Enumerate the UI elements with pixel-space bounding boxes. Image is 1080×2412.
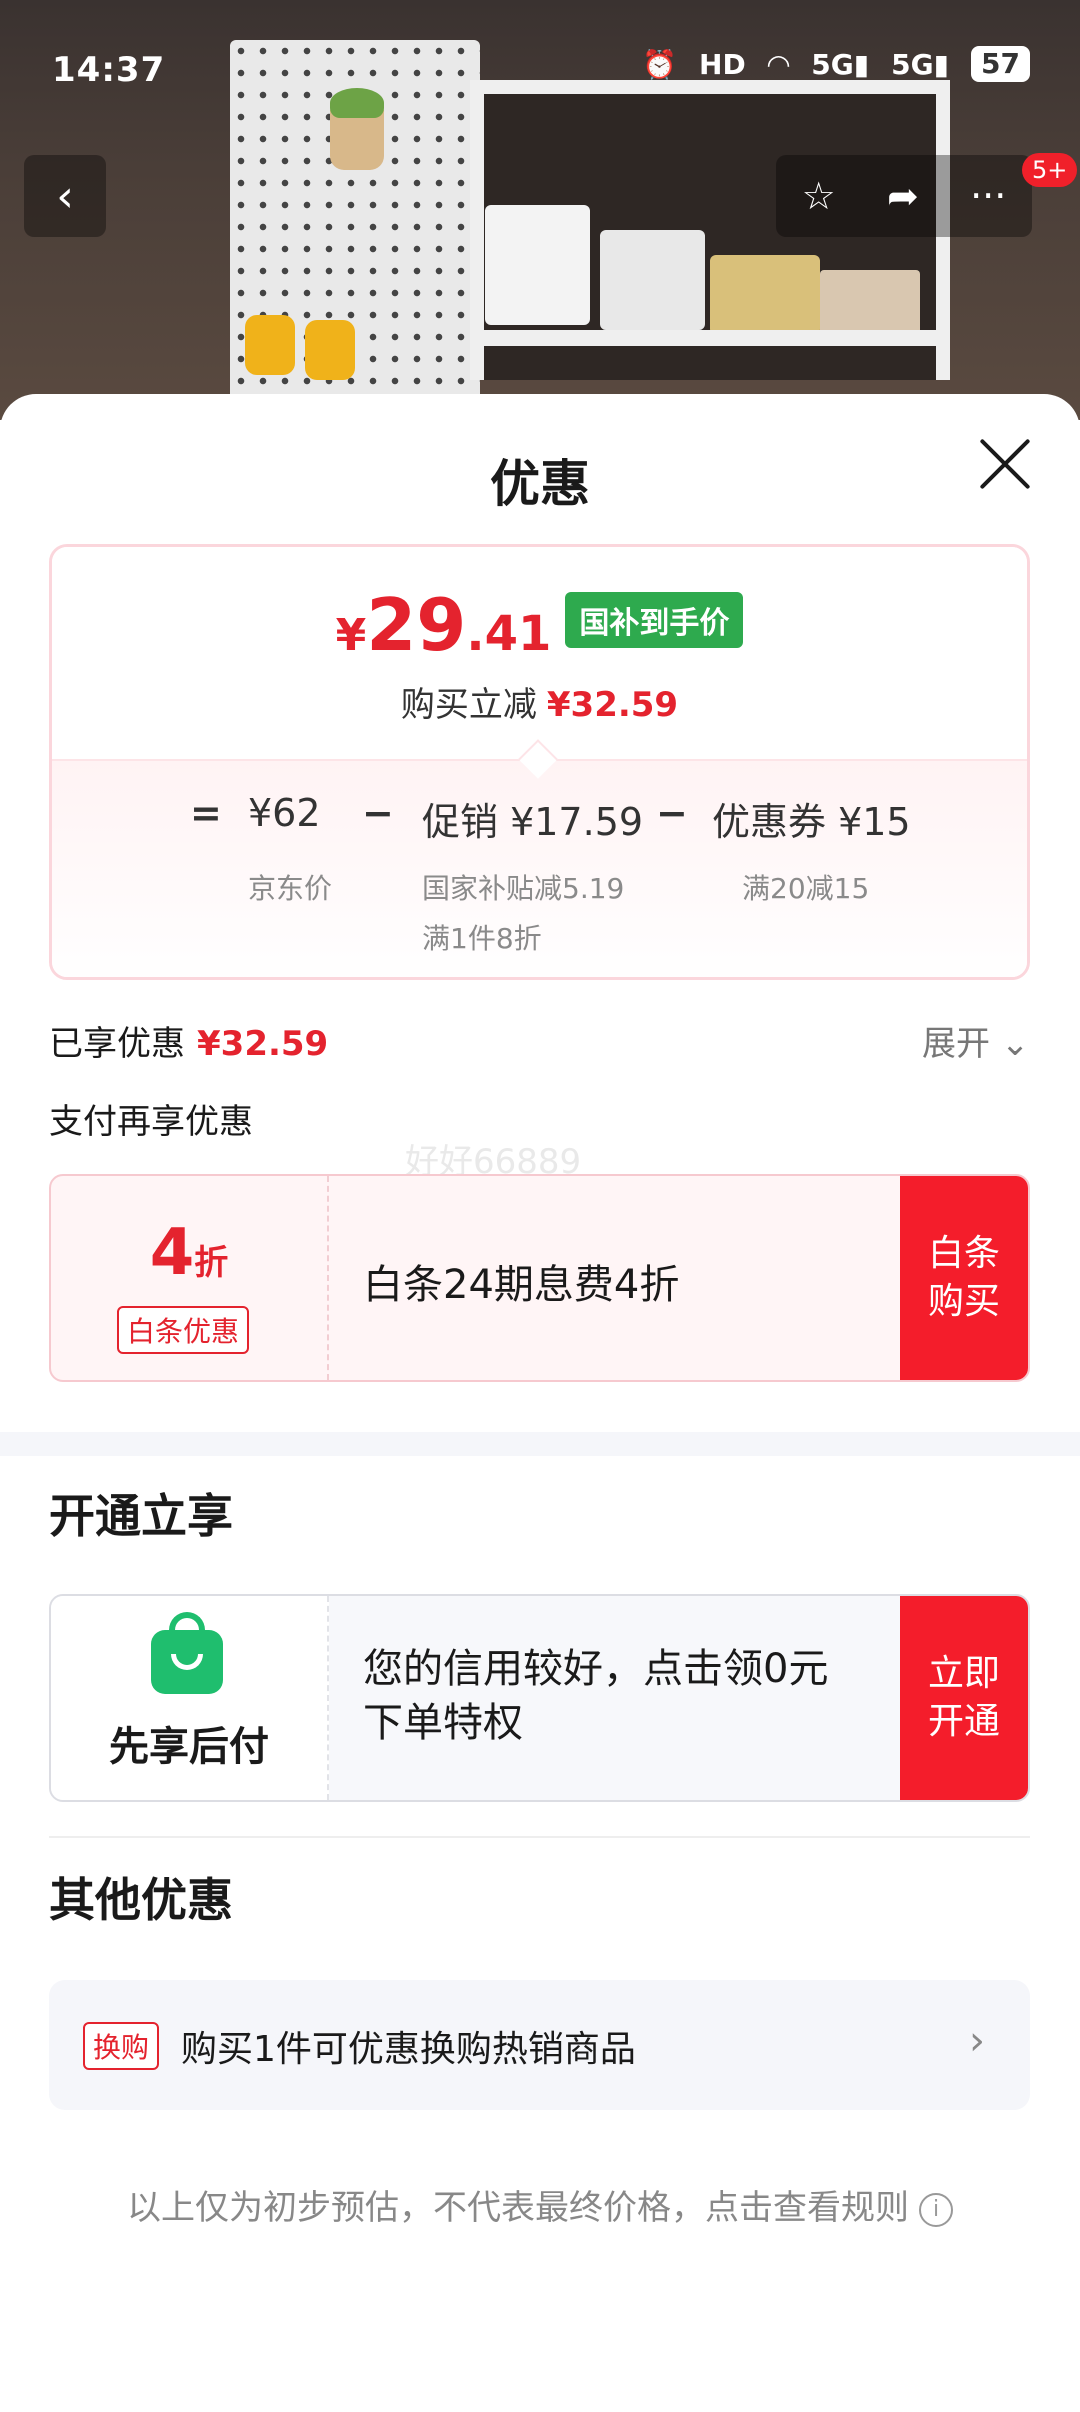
basket-image [820, 270, 920, 335]
trade-in-offer[interactable]: 换购 购买1件可优惠换购热销商品 › [49, 1980, 1030, 2110]
jd-price-label: 京东价 [248, 872, 333, 905]
discount-unit: 折 [194, 1243, 229, 1283]
expand-button[interactable]: 展开 ⌄ [922, 1016, 1029, 1065]
star-icon[interactable]: ☆ [802, 174, 836, 218]
activate-button[interactable]: 立即 开通 [900, 1596, 1028, 1800]
chevron-left-icon: ‹ [56, 170, 74, 222]
hd-icon: HD [699, 47, 746, 81]
storage-box-image [485, 205, 590, 325]
baitiao-offer-text: 白条24期息费4折 [363, 1262, 680, 1308]
button-label-line: 白条 [927, 1233, 1000, 1274]
equals-sign: = [190, 791, 222, 835]
promo-detail-1: 国家补贴减5.19 [422, 872, 625, 905]
tape-measure-image [305, 320, 355, 380]
rules-footnote[interactable]: 以上仅为初步预估，不代表最终价格，点击查看规则 i [0, 2180, 1080, 2229]
discount-number: 4 [149, 1216, 195, 1290]
chevron-down-icon: ⌄ [1000, 1024, 1030, 1064]
baitiao-discount: 4折 [51, 1216, 327, 1290]
instant-reduction-amount: ¥32.59 [546, 685, 679, 725]
more-icon[interactable]: ··· [970, 174, 1006, 218]
pay-later-text: 您的信用较好，点击领0元 下单特权 [363, 1642, 883, 1750]
baitiao-discount-box: 4折 白条优惠 [51, 1176, 329, 1380]
price-integer: 29 [366, 583, 467, 667]
info-icon[interactable]: i [919, 2192, 953, 2227]
minus-sign: − [656, 791, 688, 835]
basket-image [710, 255, 820, 335]
alarm-icon: ⏰ [642, 47, 678, 81]
minus-sign: − [362, 791, 394, 835]
share-icon[interactable]: ➦ [887, 174, 919, 218]
button-label-line: 购买 [927, 1281, 1000, 1322]
baitiao-offer-card[interactable]: 4折 白条优惠 白条24期息费4折 白条 购买 [49, 1174, 1030, 1382]
storage-box-image [600, 230, 705, 330]
enjoyed-amount: ¥32.59 [197, 1024, 329, 1064]
tape-measure-image [245, 315, 295, 375]
pay-more-title: 支付再享优惠 [49, 1102, 253, 1142]
message-badge: 5+ [1022, 153, 1078, 187]
status-icons: ⏰ HD ◠ 5G▮ 5G▮ 57 [642, 46, 1030, 82]
status-bar: 14:37 ⏰ HD ◠ 5G▮ 5G▮ 57 [0, 0, 1080, 140]
sheet-title: 优惠 [490, 455, 590, 513]
5g-signal-icon: 5G▮ [811, 47, 870, 81]
status-time: 14:37 [52, 50, 166, 90]
back-button[interactable]: ‹ [24, 155, 106, 237]
pay-later-card[interactable]: 先享后付 您的信用较好，点击领0元 下单特权 立即 开通 [49, 1594, 1030, 1802]
shopping-bag-icon [151, 1612, 223, 1694]
trade-in-text: 购买1件可优惠换购热销商品 [181, 2029, 636, 2070]
instant-reduction-label: 购买立减 [400, 685, 537, 725]
pay-later-text-line: 下单特权 [363, 1700, 523, 1746]
enjoyed-discount: 已享优惠 ¥32.59 [49, 1016, 328, 1065]
instant-reduction: 购买立减 ¥32.59 [52, 677, 1027, 726]
baitiao-tag: 白条优惠 [117, 1306, 250, 1354]
pay-later-label: 先享后付 [109, 1724, 269, 1770]
5g-signal-icon: 5G▮ [891, 47, 950, 81]
other-offers-title: 其他优惠 [49, 1873, 233, 1927]
price-formula: = ¥62 − 促销 ¥17.59 − 优惠券 ¥15 [52, 791, 1027, 851]
price-summary: ¥ 29 .41 国补到手价 购买立减 ¥32.59 [52, 547, 1027, 759]
section-divider [0, 1432, 1080, 1456]
shelf-board-image [470, 330, 950, 346]
price-decimal: .41 [466, 606, 552, 662]
expand-label: 展开 [922, 1024, 990, 1064]
battery-icon: 57 [971, 46, 1030, 82]
enjoyed-label: 已享优惠 [49, 1024, 185, 1064]
price-breakdown: = ¥62 − 促销 ¥17.59 − 优惠券 ¥15 京东价 国家补贴减5.1… [52, 759, 1027, 977]
trade-in-tag: 换购 [83, 2022, 160, 2070]
button-label-line: 立即 [927, 1653, 1000, 1694]
price-card: ¥ 29 .41 国补到手价 购买立减 ¥32.59 = ¥62 − 促销 ¥17… [49, 544, 1030, 980]
promo-amount: 促销 ¥17.59 [422, 800, 644, 844]
wifi-icon: ◠ [767, 47, 790, 81]
chevron-right-icon: › [969, 2018, 985, 2064]
kaitong-title: 开通立享 [49, 1489, 233, 1543]
thin-divider [49, 1836, 1030, 1838]
price-currency: ¥ [335, 610, 367, 661]
pay-later-brand: 先享后付 [51, 1596, 329, 1800]
final-price: ¥ 29 .41 [336, 589, 552, 662]
top-actions: ☆ ➦ ··· [776, 155, 1032, 237]
baitiao-buy-button[interactable]: 白条 购买 [900, 1176, 1028, 1380]
coupon-amount: 优惠券 ¥15 [712, 800, 911, 844]
coupon-detail: 满20减15 [742, 872, 870, 905]
footnote-text: 以上仅为初步预估，不代表最终价格，点击查看规则 [127, 2188, 909, 2228]
final-price-row: ¥ 29 .41 国补到手价 [52, 589, 1027, 662]
jd-price: ¥62 [248, 791, 321, 835]
button-label-line: 开通 [927, 1701, 1000, 1742]
pay-later-text-line: 您的信用较好，点击领0元 [363, 1646, 829, 1692]
discount-sheet: 优惠 ¥ 29 .41 国补到手价 购买立减 ¥32.59 = ¥62 − 促销 … [0, 394, 1080, 2412]
close-icon[interactable] [975, 434, 1035, 494]
subsidy-price-tag: 国补到手价 [565, 592, 744, 648]
promo-detail-2: 满1件8折 [422, 922, 542, 955]
